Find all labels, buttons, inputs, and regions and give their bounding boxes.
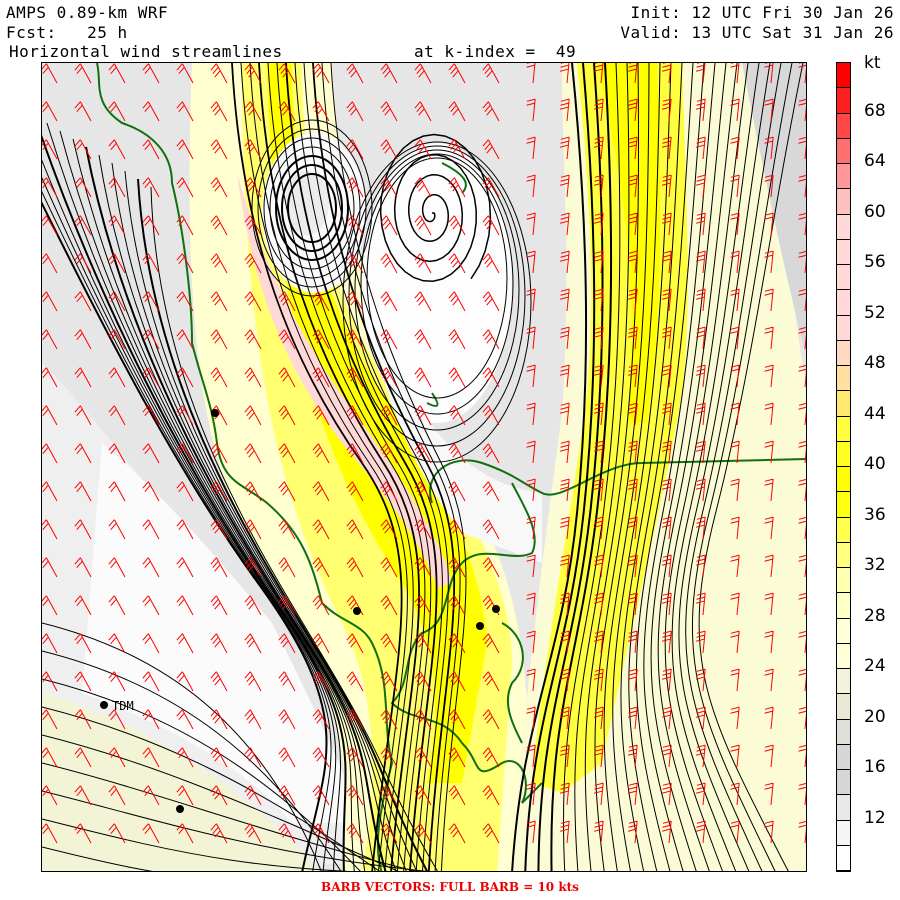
colorbar-swatch (837, 366, 850, 392)
colorbar-swatch (837, 214, 850, 240)
init-time: Init: 12 UTC Fri 30 Jan 26 (630, 3, 894, 22)
forecast-hour: Fcst: 25 h (6, 23, 128, 42)
colorbar-label: 60 (864, 201, 886, 222)
station-marker (211, 409, 219, 417)
colorbar-swatch (837, 643, 850, 669)
colorbar-swatch (837, 315, 850, 341)
station-marker (492, 605, 500, 613)
field-title: Horizontal wind streamlines (9, 42, 283, 61)
colorbar-swatch (837, 113, 850, 139)
colorbar-swatch (837, 517, 850, 543)
colorbar-label: 16 (864, 757, 886, 777)
station-marker (176, 805, 184, 813)
colorbar-swatch (837, 542, 850, 568)
colorbar-swatch (837, 669, 850, 695)
colorbar-swatch (837, 770, 850, 796)
colorbar-swatch (837, 189, 850, 215)
colorbar-label: 36 (864, 504, 886, 525)
colorbar-swatch (837, 492, 850, 518)
colorbar-swatch (837, 138, 850, 164)
colorbar-label: 32 (864, 555, 886, 575)
colorbar-swatch (837, 568, 850, 594)
station-marker (353, 607, 361, 615)
colorbar-unit: kt (864, 53, 881, 73)
colorbar-swatch (837, 719, 850, 745)
colorbar-label: 52 (864, 302, 886, 323)
station-label-tdm: TDM (112, 699, 134, 713)
colorbar-swatch (837, 340, 850, 366)
colorbar (836, 62, 851, 872)
colorbar-swatch (837, 744, 850, 770)
colorbar-swatch (837, 265, 850, 291)
colorbar-swatch (837, 290, 850, 316)
station-marker-tdm (100, 701, 108, 709)
model-title: AMPS 0.89-km WRF (6, 3, 169, 22)
colorbar-label: 68 (864, 100, 886, 121)
map-canvas: TDM (42, 63, 806, 871)
colorbar-label: 20 (864, 706, 886, 727)
colorbar-swatch (837, 467, 850, 493)
colorbar-swatch (837, 88, 850, 114)
valid-time: Valid: 13 UTC Sat 31 Jan 26 (620, 23, 894, 42)
station-marker (476, 622, 484, 630)
colorbar-label: 56 (864, 252, 886, 272)
colorbar-swatch (837, 63, 850, 89)
colorbar-label: 48 (864, 353, 886, 373)
colorbar-swatch (837, 593, 850, 619)
colorbar-label: 64 (864, 151, 886, 171)
barb-legend: BARB VECTORS: FULL BARB = 10 kts (321, 880, 579, 894)
colorbar-label: 44 (864, 403, 886, 424)
colorbar-label: 12 (864, 807, 886, 828)
colorbar-swatch (837, 795, 850, 821)
colorbar-swatch (837, 164, 850, 190)
colorbar-swatch (837, 416, 850, 442)
colorbar-swatch (837, 845, 850, 871)
level-label: at k-index = 49 (414, 42, 577, 61)
colorbar-label: 28 (864, 605, 886, 626)
colorbar-swatch (837, 441, 850, 467)
colorbar-swatch (837, 694, 850, 720)
colorbar-label: 40 (864, 454, 886, 474)
colorbar-swatch (837, 239, 850, 265)
colorbar-swatch (837, 391, 850, 417)
colorbar-swatch (837, 820, 850, 846)
colorbar-swatch (837, 618, 850, 644)
wind-map: TDM (41, 62, 807, 872)
colorbar-label: 24 (864, 656, 886, 676)
